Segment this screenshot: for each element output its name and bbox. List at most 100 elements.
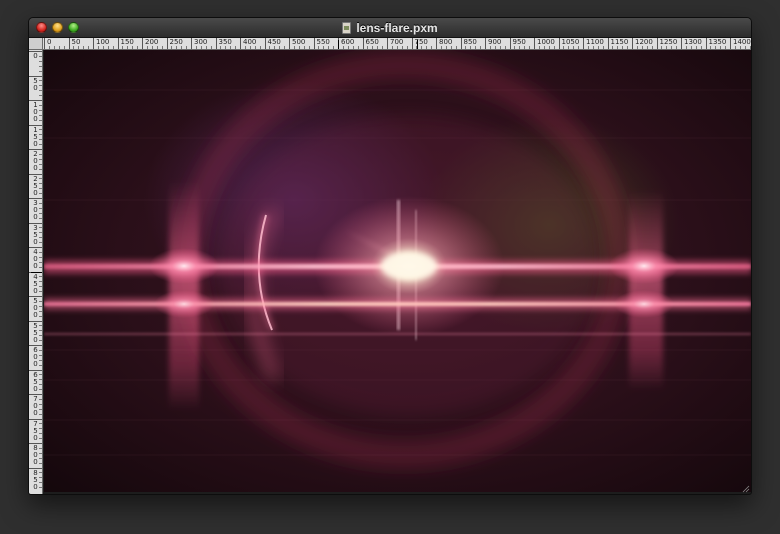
ruler-top-minor-tick [156,46,158,49]
ruler-top-minor-tick [377,46,379,49]
ruler-top-minor-tick [646,46,648,49]
vertical-ruler[interactable]: 05 01 0 01 5 02 0 02 5 03 0 03 5 04 0 04… [29,50,43,494]
ruler-top-minor-tick [146,46,148,49]
ruler-left-label: 5 0 [29,75,42,92]
ruler-top-minor-tick [514,46,516,49]
resize-grip-icon[interactable] [742,485,750,493]
ruler-top-minor-tick [715,46,717,49]
ruler-top-minor-tick [284,46,286,49]
ruler-top-minor-tick [102,46,104,49]
ruler-top-minor-tick [690,46,692,49]
document-icon [342,22,352,34]
ruler-top-minor-tick [352,46,354,49]
image-canvas[interactable] [44,50,751,492]
ruler-top-minor-tick [225,46,227,49]
ruler-top-minor-tick [396,46,398,49]
ruler-top-minor-tick [137,46,139,49]
ruler-position-marker [338,40,339,49]
ruler-top-minor-tick [328,46,330,49]
ruler-left-minor-tick [39,447,42,449]
ruler-left-minor-tick [39,232,42,234]
ruler-top-minor-tick [431,46,433,49]
ruler-top-minor-tick [421,46,423,49]
ruler-top-minor-tick [553,46,555,49]
ruler-top-minor-tick [480,46,482,49]
ruler-top-minor-tick [622,46,624,49]
ruler-left-minor-tick [39,335,42,337]
ruler-top-minor-tick [244,46,246,49]
ruler-top-minor-tick [53,46,55,49]
ruler-top-minor-tick [739,46,741,49]
ruler-top-minor-tick [83,46,85,49]
ruler-left-minor-tick [39,212,42,214]
ruler-top-minor-tick [499,46,501,49]
ruler-top-minor-tick [494,46,496,49]
ruler-top-minor-tick [475,46,477,49]
ruler-top-minor-tick [465,46,467,49]
ruler-left-minor-tick [39,217,42,219]
ruler-left-minor-tick [39,413,42,415]
ruler-top-minor-tick [744,46,746,49]
ruler-left-minor-tick [39,158,42,160]
ruler-top-minor-tick [636,46,638,49]
ruler-top-minor-tick [470,46,472,49]
ruler-top-minor-tick [254,46,256,49]
ruler-top-minor-tick [210,46,212,49]
ruler-left-minor-tick [39,457,42,459]
ruler-left-minor-tick [39,104,42,106]
ruler-top-minor-tick [426,46,428,49]
ruler-left-minor-tick [39,70,42,72]
ruler-left-minor-tick [39,310,42,312]
ruler-top-minor-tick [685,46,687,49]
ruler-left-minor-tick [39,193,42,195]
ruler-left-minor-tick [39,423,42,425]
ruler-top-minor-tick [612,46,614,49]
ruler-top-minor-tick [749,46,751,49]
title-bar[interactable]: lens-flare.pxm [29,18,751,38]
ruler-left-minor-tick [39,168,42,170]
ruler-top-minor-tick [293,46,295,49]
ruler-top-minor-tick [710,46,712,49]
ruler-left-minor-tick [39,85,42,87]
ruler-top-minor-tick [259,46,261,49]
ruler-left-minor-tick [39,291,42,293]
ruler-corner[interactable] [29,38,43,50]
ruler-top-minor-tick [48,46,50,49]
ruler-top-minor-tick [372,46,374,49]
ruler-top-minor-tick [132,46,134,49]
ruler-left-minor-tick [39,349,42,351]
horizontal-ruler[interactable]: 0 50 100 150 200 250 300 350 400 450 500 550 600 650 7… [29,38,751,50]
ruler-top-minor-tick [666,46,668,49]
ruler-top-minor-tick [181,46,183,49]
ruler-left-minor-tick [39,398,42,400]
ruler-top-minor-tick [171,46,173,49]
ruler-left-minor-tick [39,462,42,464]
ruler-left-minor-tick [39,438,42,440]
ruler-left-minor-tick [39,354,42,356]
ruler-top-minor-tick [538,46,540,49]
ruler-top-minor-tick [700,46,702,49]
ruler-left-minor-tick [39,163,42,165]
ruler-left-minor-tick [39,95,42,97]
ruler-left-minor-tick [39,340,42,342]
ruler-top-minor-tick [391,46,393,49]
ruler-top-minor-tick [151,46,153,49]
ruler-top-minor-tick [568,46,570,49]
ruler-left-minor-tick [39,129,42,131]
document-window: lens-flare.pxm 0 50 100 150 200 250 300 350 400 4… [28,17,752,495]
ruler-top-minor-tick [543,46,545,49]
ruler-top-minor-tick [450,46,452,49]
ruler-top-minor-tick [695,46,697,49]
ruler-top-minor-tick [367,46,369,49]
ruler-position-marker [31,272,42,273]
ruler-left-minor-tick [39,119,42,121]
ruler-left-minor-tick [39,114,42,116]
ruler-top-minor-tick [235,46,237,49]
ruler-top-minor-tick [445,46,447,49]
window-title: lens-flare.pxm [29,20,751,36]
ruler-top-label: 0 [44,38,51,49]
ruler-left-minor-tick [39,55,42,57]
ruler-left-minor-tick [39,207,42,209]
ruler-top-minor-tick [720,46,722,49]
ruler-top-minor-tick [303,46,305,49]
